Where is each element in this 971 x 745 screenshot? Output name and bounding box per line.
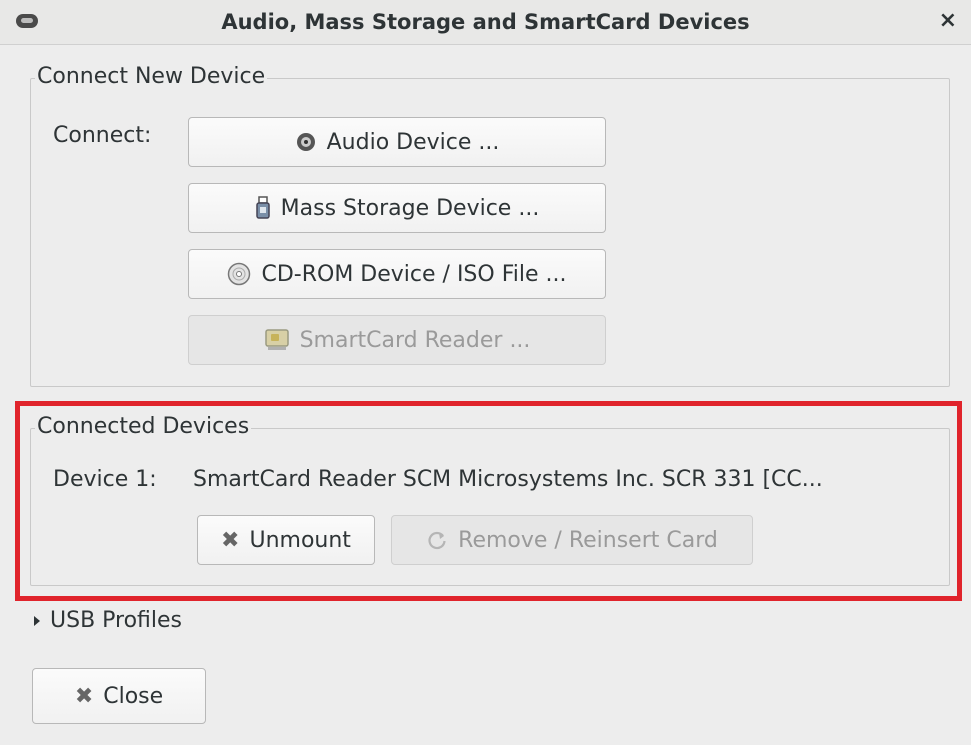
connect-label: Connect: bbox=[53, 123, 152, 148]
smartcard-reader-button[interactable]: SmartCard Reader ... bbox=[188, 315, 606, 365]
usb-profiles-expander[interactable]: USB Profiles bbox=[34, 608, 182, 633]
cd-icon bbox=[227, 262, 251, 286]
remove-reinsert-label: Remove / Reinsert Card bbox=[458, 527, 718, 553]
titlebar: Audio, Mass Storage and SmartCard Device… bbox=[0, 0, 971, 45]
connect-new-device-group: Connect New Device Connect: Audio Device… bbox=[30, 64, 950, 387]
device-1-label: Device 1: bbox=[53, 467, 157, 492]
cd-rom-device-label: CD-ROM Device / ISO File ... bbox=[261, 261, 567, 287]
audio-device-label: Audio Device ... bbox=[326, 129, 500, 155]
close-button[interactable]: ✖ Close bbox=[32, 668, 206, 724]
usb-drive-icon bbox=[255, 196, 271, 220]
x-icon: ✖ bbox=[221, 527, 240, 553]
window-title: Audio, Mass Storage and SmartCard Device… bbox=[221, 10, 750, 34]
smartcard-reader-label: SmartCard Reader ... bbox=[299, 327, 531, 353]
audio-device-button[interactable]: Audio Device ... bbox=[188, 117, 606, 167]
x-icon: ✖ bbox=[74, 683, 94, 709]
unmount-label: Unmount bbox=[249, 527, 351, 553]
speaker-icon bbox=[295, 131, 317, 153]
close-label: Close bbox=[103, 683, 164, 709]
connect-group-legend: Connect New Device bbox=[35, 64, 268, 89]
usb-profiles-label: USB Profiles bbox=[50, 608, 183, 633]
connected-devices-group: Connected Devices Device 1: SmartCard Re… bbox=[30, 414, 950, 586]
connected-group-legend: Connected Devices bbox=[35, 414, 252, 439]
device-1-value: SmartCard Reader SCM Microsystems Inc. S… bbox=[193, 467, 823, 492]
mass-storage-device-label: Mass Storage Device ... bbox=[280, 195, 540, 221]
refresh-icon bbox=[426, 529, 448, 551]
cd-rom-device-button[interactable]: CD-ROM Device / ISO File ... bbox=[188, 249, 606, 299]
expander-arrow-icon bbox=[34, 615, 40, 626]
smartcard-icon bbox=[264, 328, 290, 352]
remove-reinsert-card-button[interactable]: Remove / Reinsert Card bbox=[391, 515, 753, 565]
close-window-icon[interactable]: × bbox=[939, 8, 957, 33]
unmount-button[interactable]: ✖ Unmount bbox=[197, 515, 375, 565]
mass-storage-device-button[interactable]: Mass Storage Device ... bbox=[188, 183, 606, 233]
dialog-window: Audio, Mass Storage and SmartCard Device… bbox=[0, 0, 971, 745]
